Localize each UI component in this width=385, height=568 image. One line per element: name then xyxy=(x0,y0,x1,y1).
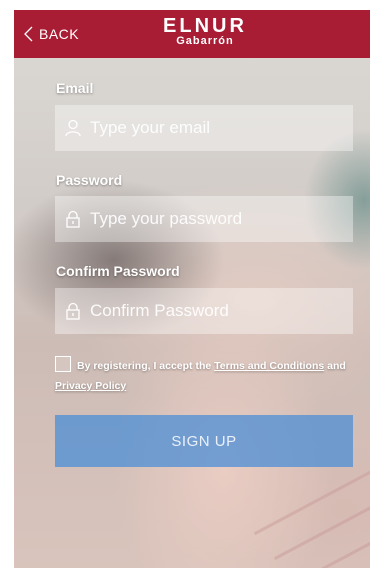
terms-checkbox[interactable] xyxy=(55,356,71,372)
confirm-password-label: Confirm Password xyxy=(56,263,180,279)
terms-link[interactable]: Terms and Conditions xyxy=(214,360,324,372)
back-label: BACK xyxy=(39,26,80,42)
logo-wordmark: ELNUR xyxy=(163,15,247,37)
terms-conjunction: and xyxy=(327,360,346,372)
lock-icon xyxy=(66,302,80,320)
password-label: Password xyxy=(56,172,123,188)
privacy-policy-link[interactable]: Privacy Policy xyxy=(55,380,126,392)
terms-prefix: By registering, I accept the xyxy=(77,360,212,372)
terms-agreement: By registering, I accept the Terms and C… xyxy=(55,356,355,396)
password-field-container xyxy=(55,196,353,242)
chevron-left-icon xyxy=(24,26,33,42)
password-input[interactable] xyxy=(90,209,353,229)
lock-icon xyxy=(66,210,80,228)
email-field-container xyxy=(55,105,353,151)
user-icon xyxy=(65,119,81,137)
signup-screen: BACK ELNUR Gabarrón Email Password Confi… xyxy=(14,10,370,568)
brand-logo: ELNUR Gabarrón xyxy=(157,15,253,47)
app-header: BACK ELNUR Gabarrón xyxy=(14,10,370,58)
confirm-password-field-container xyxy=(55,288,353,334)
email-label: Email xyxy=(56,80,94,96)
email-input[interactable] xyxy=(90,118,353,138)
sign-up-button[interactable]: SIGN UP xyxy=(55,415,353,467)
confirm-password-input[interactable] xyxy=(90,301,353,321)
back-button[interactable]: BACK xyxy=(24,22,79,46)
